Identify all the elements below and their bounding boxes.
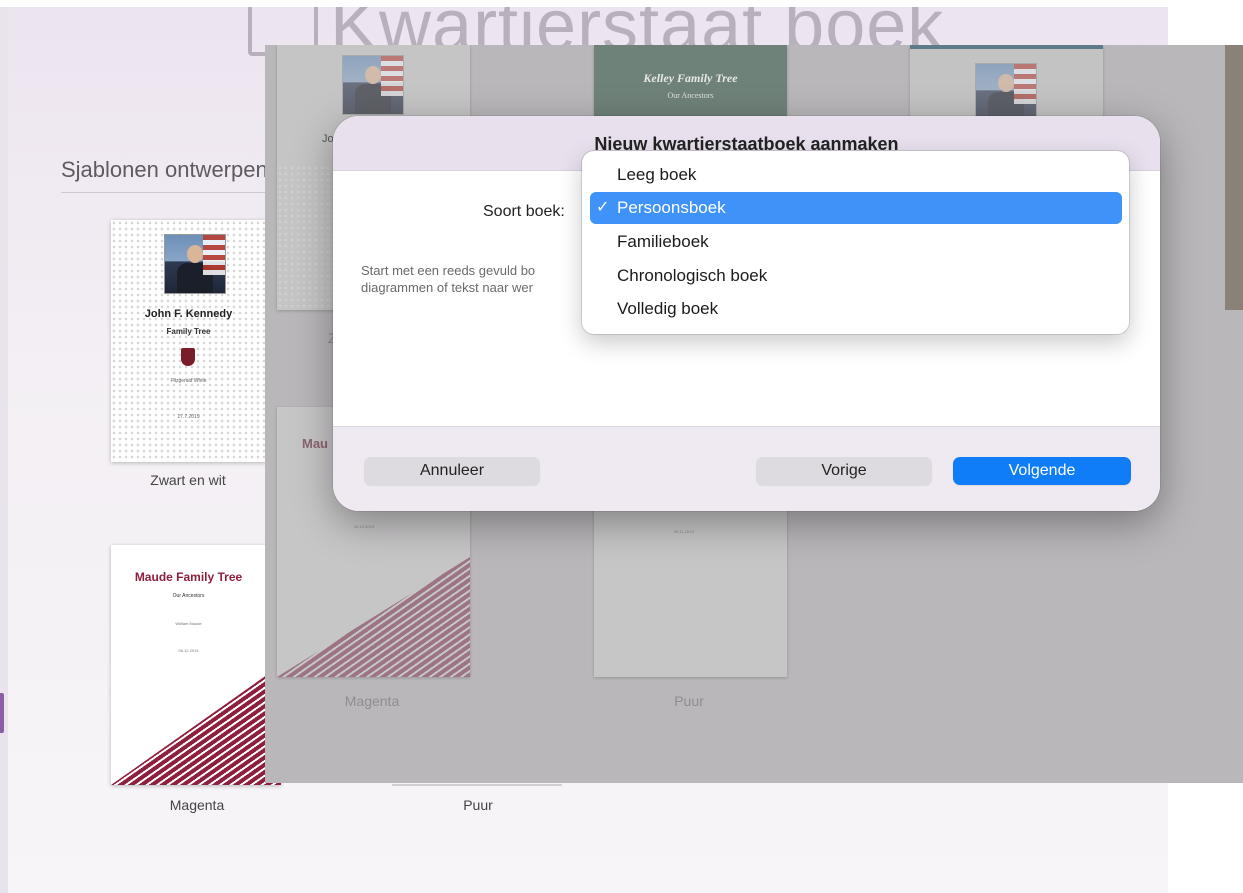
adjacent-card-edge [1225, 45, 1243, 310]
book-kind-label: Soort boek: [483, 203, 565, 220]
menu-item-label: Volledig boek [617, 299, 719, 318]
template-name: Maude Family Tree [134, 570, 243, 584]
menu-item-chronologisch-boek[interactable]: Chronologisch boek [590, 260, 1122, 292]
menu-item-label: Leeg boek [617, 165, 697, 184]
magenta-stripe-decoration [111, 665, 281, 785]
sidebar-selection-marker [0, 693, 4, 733]
menu-item-label: Chronologisch boek [617, 266, 768, 285]
template-date: 06.12.2019 [178, 648, 199, 653]
kelley-title: Kelley Family Tree [643, 71, 738, 85]
card-title-fragment: Mau [302, 436, 328, 451]
checkmark-icon: ✓ [596, 199, 610, 216]
description-line-1: Start met een reeds gevuld bo [361, 263, 536, 278]
previous-button[interactable]: Vorige [756, 457, 932, 485]
card-date: 05.11.2019 [674, 529, 694, 534]
template-signature: Fitzgerald White [170, 378, 207, 384]
portrait-photo [342, 55, 404, 115]
template-card-magenta[interactable]: Maude Family Tree Our Ancestors William … [111, 545, 281, 785]
template-card-zwart-en-wit[interactable]: John F. Kennedy Family Tree Fitzgerald W… [111, 220, 266, 462]
menu-item-persoonsboek[interactable]: ✓ Persoonsboek [590, 192, 1122, 224]
next-button[interactable]: Volgende [953, 457, 1131, 485]
menu-item-leeg-boek[interactable]: Leeg boek [590, 159, 1122, 191]
card-date: 06.12.2019 [354, 524, 375, 529]
template-name: John F. Kennedy [144, 308, 233, 320]
section-divider [61, 192, 291, 193]
menu-item-familieboek[interactable]: Familieboek [590, 226, 1122, 258]
cancel-button[interactable]: Annuleer [364, 457, 540, 485]
card-title-fragment: Jo [322, 133, 334, 145]
portrait-photo [975, 63, 1037, 123]
menu-item-volledig-boek[interactable]: Volledig boek [590, 293, 1122, 325]
kelley-subtitle: Our Ancestors [667, 91, 714, 100]
template-card-dim-3[interactable] [910, 45, 1103, 124]
stripe-decoration [277, 557, 470, 677]
template-subtitle: Family Tree [166, 327, 211, 336]
book-kind-dropdown-menu: Leeg boek ✓ Persoonsboek Familieboek Chro… [582, 151, 1129, 334]
section-title: Sjablonen ontwerpen [61, 157, 268, 182]
card-label-magenta: Magenta [344, 693, 400, 709]
menu-item-label: Familieboek [617, 232, 709, 251]
coat-of-arms-icon [181, 348, 195, 366]
template-card-kelley[interactable]: Kelley Family Tree Our Ancestors [594, 45, 787, 120]
dialog-footer: Annuleer Vorige Volgende [333, 426, 1160, 511]
template-date: 17.7.2019 [177, 414, 200, 420]
menu-item-label: Persoonsboek [617, 198, 726, 217]
template-label-magenta: Magenta [169, 797, 225, 813]
template-label-puur: Puur [463, 797, 493, 813]
card-label-puur: Puur [674, 693, 704, 709]
description-line-2: diagrammen of tekst naar wer [361, 280, 533, 295]
template-author: William Maude [175, 621, 202, 626]
portrait-photo [164, 234, 226, 294]
template-label-zwart-en-wit: Zwart en wit [150, 472, 226, 488]
template-subtitle: Our Ancestors [172, 593, 205, 599]
template-card-puur-edge [392, 784, 562, 786]
dialog-description: Start met een reeds gevuld bo diagrammen… [361, 262, 591, 296]
left-sidebar-strip [0, 7, 8, 893]
